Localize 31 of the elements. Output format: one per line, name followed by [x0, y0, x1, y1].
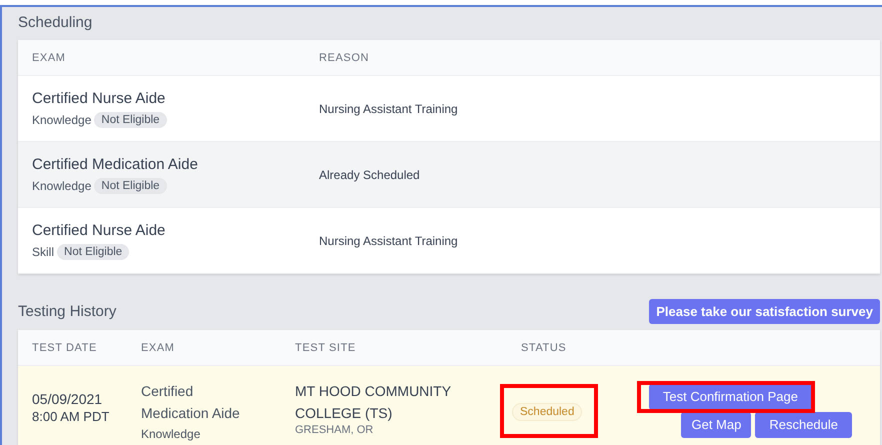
- action-button[interactable]: Reschedule: [755, 412, 852, 438]
- status-badge: Not Eligible: [94, 178, 167, 194]
- exam-type: Skill: [32, 244, 54, 258]
- column-header: TEST DATE: [31, 342, 98, 354]
- map-link[interactable]: Get Map: [681, 412, 752, 438]
- column-header: REASON: [318, 52, 370, 64]
- site-location: GRESHAM, OR: [295, 424, 374, 436]
- exam-name: Certified Medication Aide: [32, 156, 199, 172]
- reason-text: Nursing Assistant Training: [319, 234, 458, 248]
- action-button[interactable]: Test Confirmation Page: [648, 384, 812, 410]
- exam-name: Certified Nurse Aide: [32, 222, 166, 238]
- status-badge: Not Eligible: [57, 244, 130, 260]
- status-badge: Scheduled: [512, 403, 582, 421]
- status-badge: Not Eligible: [94, 112, 167, 128]
- column-header: EXAM: [31, 52, 67, 64]
- reason-text: Already Scheduled: [319, 168, 420, 182]
- survey-button[interactable]: Please take our satisfaction survey: [649, 299, 880, 324]
- section-title: Scheduling: [18, 13, 94, 33]
- test-date: 05/09/2021: [32, 391, 104, 407]
- column-header: EXAM: [140, 342, 176, 354]
- column-header: STATUS: [520, 342, 568, 354]
- test-time: 8:00 AM PDT: [32, 409, 110, 424]
- test-site: MT HOOD COMMUNITY COLLEGE (TS): [295, 382, 452, 423]
- exam-type: Knowledge: [32, 112, 92, 126]
- section-title: Testing History: [18, 303, 116, 320]
- reason-text: Nursing Assistant Training: [319, 102, 458, 116]
- column-header: TEST SITE: [294, 342, 357, 354]
- exam-name: Certified Nurse Aide: [32, 90, 166, 106]
- exam-name: Certified Medication Aide: [141, 382, 241, 423]
- exam-type: Knowledge: [141, 427, 202, 441]
- exam-type: Knowledge: [32, 178, 92, 192]
